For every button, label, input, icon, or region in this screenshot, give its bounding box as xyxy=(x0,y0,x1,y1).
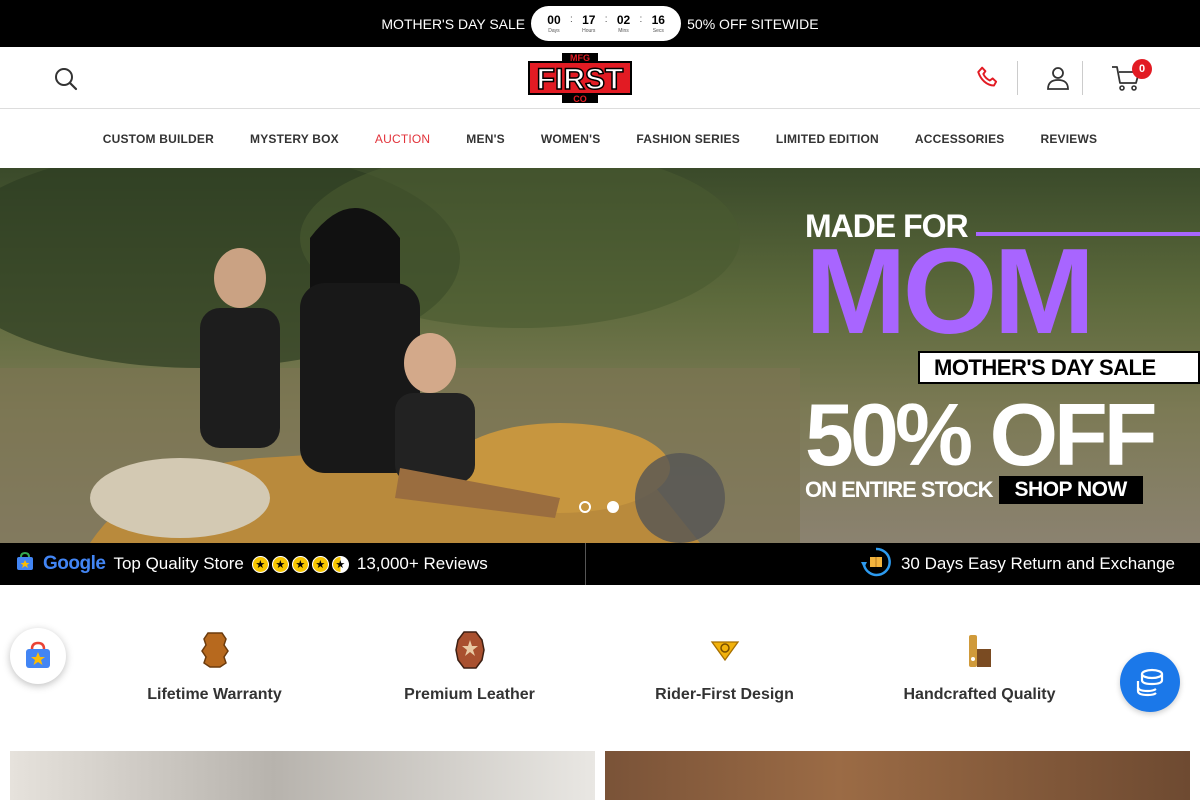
nav-fashion-series[interactable]: FASHION SERIES xyxy=(636,132,740,146)
header-divider xyxy=(1082,61,1083,95)
google-shopping-icon xyxy=(15,551,35,577)
shop-now-button[interactable]: SHOP NOW xyxy=(998,476,1143,504)
nav-mens[interactable]: MEN'S xyxy=(466,132,505,146)
logo-main-text: FIRST xyxy=(537,63,624,96)
google-shopping-badge[interactable] xyxy=(10,628,66,684)
search-icon[interactable] xyxy=(52,65,80,93)
trust-strip: Google Top Quality Store ★ ★ ★ ★ ★ 13,00… xyxy=(0,543,1200,585)
nav-auction[interactable]: AUCTION xyxy=(375,132,430,146)
site-logo[interactable]: MFG FIRST CO xyxy=(527,52,633,104)
logo-bottom-text: CO xyxy=(573,94,587,104)
returns-info: 30 Days Easy Return and Exchange xyxy=(860,543,1175,585)
feature-rider-first-design: Rider-First Design xyxy=(597,628,852,718)
coin-stack-icon[interactable] xyxy=(1120,652,1180,712)
nav-mystery-box[interactable]: MYSTERY BOX xyxy=(250,132,339,146)
announcement-bar: MOTHER'S DAY SALE 00 Days : 17 Hours : 0… xyxy=(0,0,1200,47)
countdown-days: 00 Days xyxy=(547,12,561,34)
reviews-count: 13,000+ Reviews xyxy=(356,554,488,573)
header-divider xyxy=(1017,61,1018,95)
countdown-mins: 02 Mins xyxy=(616,12,631,34)
craft-tools-icon xyxy=(960,628,1000,672)
star-icon: ★ xyxy=(251,555,269,573)
star-icon: ★ xyxy=(291,555,309,573)
nav-womens[interactable]: WOMEN'S xyxy=(541,132,601,146)
hero-stock-text: ON ENTIRE STOCK xyxy=(805,477,994,502)
star-icon: ★ xyxy=(311,555,329,573)
logo-top-text: MFG xyxy=(570,53,590,63)
cart-count-badge: 0 xyxy=(1132,59,1152,79)
nav-custom-builder[interactable]: CUSTOM BUILDER xyxy=(103,132,214,146)
hero-sale-label: MOTHER'S DAY SALE xyxy=(918,351,1200,384)
product-tile[interactable] xyxy=(605,751,1190,800)
slider-dot-1[interactable] xyxy=(579,501,591,513)
leather-hide-icon xyxy=(195,628,235,672)
nav-reviews[interactable]: REVIEWS xyxy=(1040,132,1097,146)
announcement-left-text: MOTHER'S DAY SALE xyxy=(381,15,526,32)
nav-limited-edition[interactable]: LIMITED EDITION xyxy=(776,132,879,146)
top-quality-text: Top Quality Store xyxy=(113,554,244,573)
trust-divider xyxy=(585,543,586,585)
feature-row: Lifetime Warranty Premium Leather Rider-… xyxy=(87,628,1107,718)
leather-badge-icon xyxy=(450,628,490,672)
hero-photo xyxy=(0,168,800,543)
account-icon[interactable] xyxy=(1045,65,1071,91)
countdown-hours: 17 Hours xyxy=(582,12,596,34)
countdown-secs: 16 Secs xyxy=(651,12,665,34)
announcement-right-text: 50% OFF SITEWIDE xyxy=(687,15,819,32)
feature-label: Handcrafted Quality xyxy=(903,686,1056,703)
countdown-timer: 00 Days : 17 Hours : 02 Mins : 16 Secs xyxy=(531,6,682,41)
slider-dot-2[interactable] xyxy=(607,501,619,513)
feature-label: Premium Leather xyxy=(404,686,535,703)
feature-premium-leather: Premium Leather xyxy=(342,628,597,718)
half-star-icon: ★ xyxy=(331,555,349,573)
google-logo-text: Google xyxy=(43,553,106,574)
nav-accessories[interactable]: ACCESSORIES xyxy=(915,132,1005,146)
main-nav: CUSTOM BUILDER MYSTERY BOX AUCTION MEN'S… xyxy=(0,109,1200,168)
shield-badge-icon xyxy=(705,628,745,672)
return-box-icon xyxy=(860,547,891,582)
site-header: MFG FIRST CO 0 xyxy=(0,47,1200,109)
returns-text: 30 Days Easy Return and Exchange xyxy=(900,554,1175,573)
google-rating[interactable]: Google Top Quality Store ★ ★ ★ ★ ★ 13,00… xyxy=(15,543,488,585)
star-icon: ★ xyxy=(271,555,289,573)
feature-label: Rider-First Design xyxy=(655,686,794,703)
feature-lifetime-warranty: Lifetime Warranty xyxy=(87,628,342,718)
feature-label: Lifetime Warranty xyxy=(147,686,282,703)
slider-dots xyxy=(579,501,619,513)
product-tile[interactable] xyxy=(10,751,595,800)
hero-banner[interactable]: MADE FOR MOM MOTHER'S DAY SALE 50% OFF O… xyxy=(0,168,1200,543)
rating-stars: ★ ★ ★ ★ ★ xyxy=(251,555,349,573)
feature-handcrafted-quality: Handcrafted Quality xyxy=(852,628,1107,718)
hero-discount: 50% OFF xyxy=(805,385,1158,484)
hero-mom-title: MOM xyxy=(805,223,1095,359)
hero-promo: MADE FOR MOM MOTHER'S DAY SALE 50% OFF O… xyxy=(805,208,1200,504)
phone-icon[interactable] xyxy=(975,65,1001,91)
